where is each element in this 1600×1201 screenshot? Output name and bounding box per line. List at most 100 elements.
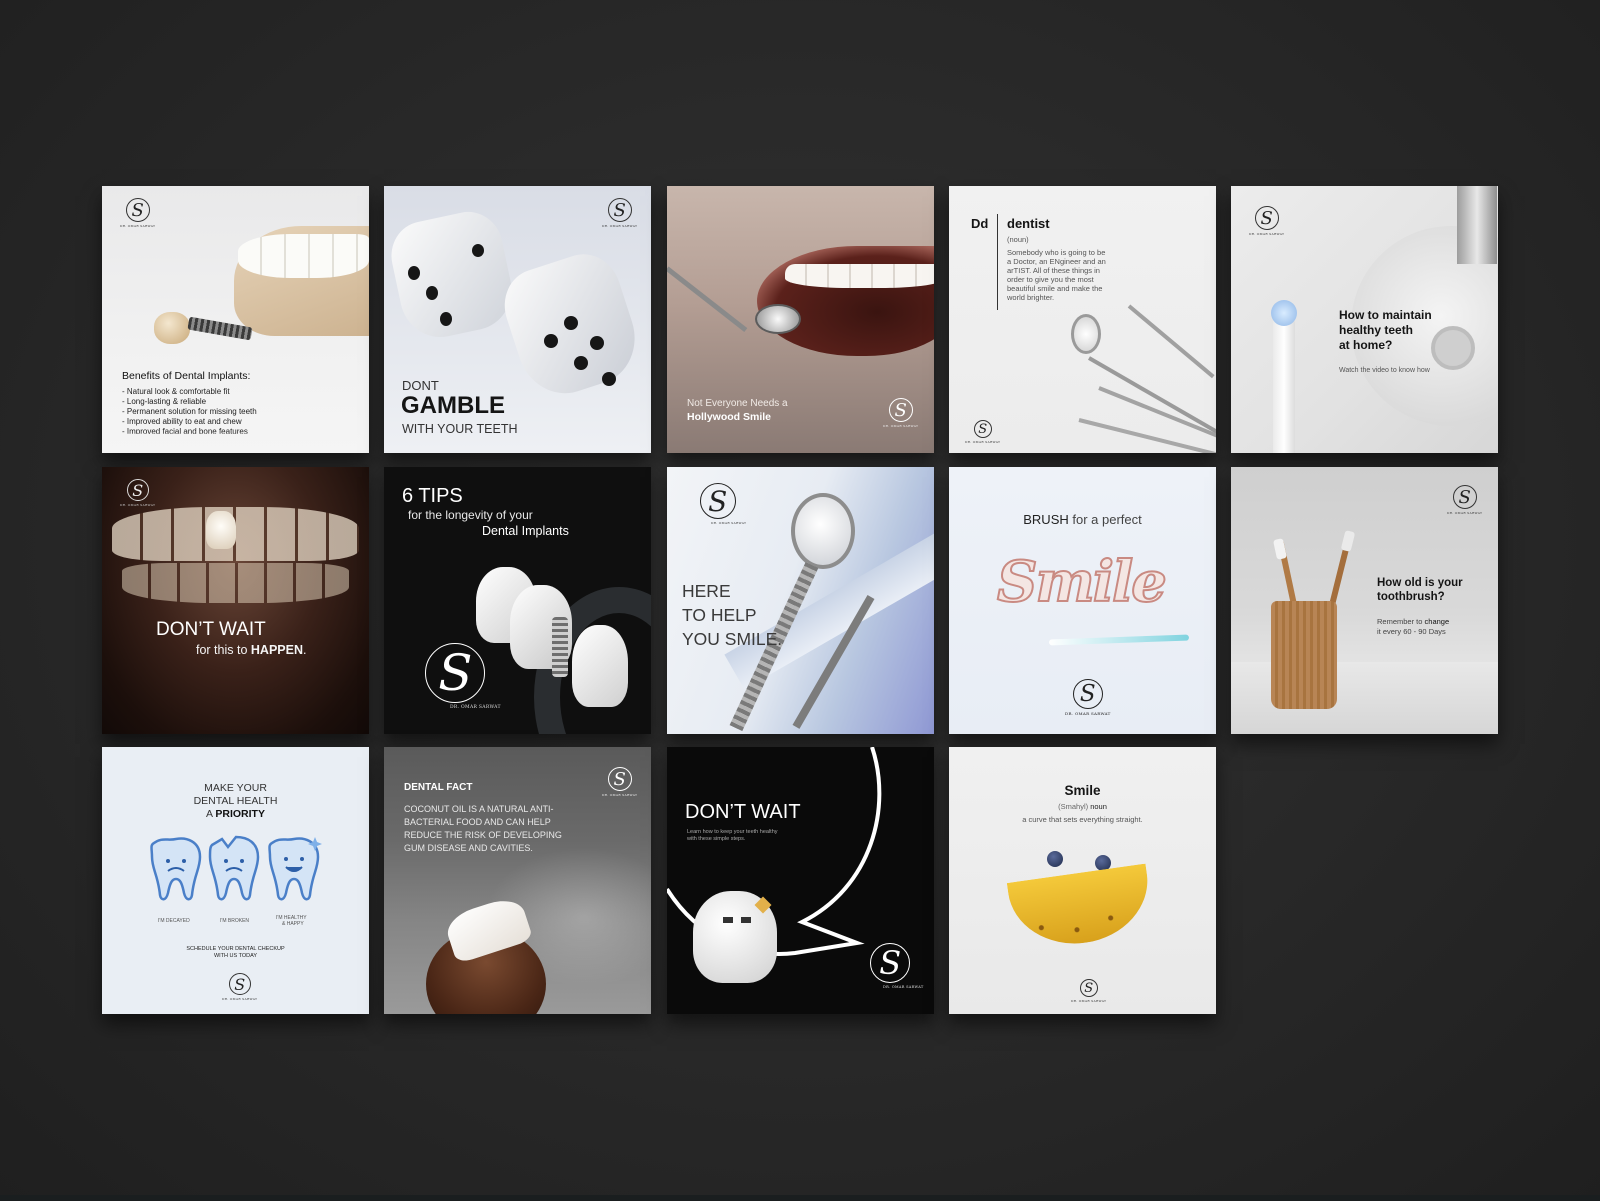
dice-dot: [426, 286, 438, 300]
dental-mirror: [1071, 314, 1101, 354]
sub1-strong: change: [1424, 617, 1450, 626]
benefit-4: - Improved ability to eat and chew: [122, 417, 242, 426]
definition-2: a Doctor, an ENgineer and an: [1007, 257, 1106, 266]
card-line-2: TO HELP: [682, 605, 757, 625]
card-line-1: HERE: [682, 581, 731, 601]
card-heading: BRUSH for a perfect: [949, 512, 1216, 527]
word-title: dentist: [1007, 216, 1050, 231]
brand-logo: S DR. OMAR SARWAT: [602, 767, 638, 797]
dice-dot: [590, 336, 604, 350]
benefit-1: - Natural look & comfortable fit: [122, 387, 230, 396]
line3-strong: PRIORITY: [215, 808, 265, 820]
post-card-healthy-teeth-home[interactable]: S DR. OMAR SARWAT How to maintain health…: [1231, 186, 1498, 453]
card-sub: Watch the video to know how: [1339, 367, 1430, 374]
post-card-dental-priority[interactable]: MAKE YOUR DENTAL HEALTH A PRIORITY I'M D…: [102, 747, 369, 1014]
part-of-speech: (noun): [1007, 235, 1029, 244]
post-card-smile-definition[interactable]: Smile (Smahyl) noun a curve that sets ev…: [949, 747, 1216, 1014]
banana-smile: [1006, 863, 1156, 953]
dice-dot: [602, 372, 616, 386]
line2-end: .: [302, 643, 307, 657]
tooth-model: [572, 625, 628, 707]
card-line-3: WITH YOUR TEETH: [402, 422, 518, 436]
card-sub-1: Remember to change: [1377, 617, 1449, 626]
post-card-dental-implants[interactable]: S DR. OMAR SARWAT Benefits of Dental Imp…: [102, 186, 369, 453]
tooth-eyes: [723, 917, 753, 923]
post-card-dont-gamble[interactable]: S DR. OMAR SARWAT DONT GAMBLE WITH YOUR …: [384, 186, 651, 453]
brand-logo: S DR. OMAR SARWAT: [222, 973, 258, 1001]
card-heading: Benefits of Dental Implants:: [122, 370, 251, 382]
card-line-3: Dental Implants: [482, 524, 569, 538]
divider-line: [997, 214, 998, 310]
card-line-1: Not Everyone Needs a: [687, 398, 788, 409]
brand-logo: S DR. OMAR SARWAT: [1071, 979, 1107, 1003]
post-card-dentist-definition[interactable]: Dd dentist (noun) Somebody who is going …: [949, 186, 1216, 453]
tooth-icons: [150, 835, 322, 901]
card-sub-2: with these simple steps.: [687, 836, 746, 842]
electric-toothbrush: [1273, 314, 1295, 453]
wooden-cup: [1271, 601, 1337, 709]
bristles: [1340, 530, 1356, 552]
blueberry-eye: [1047, 851, 1063, 867]
pron-prefix: (Smahyl): [1058, 802, 1091, 811]
tooth-label-1: I'M DECAYED: [158, 918, 190, 924]
dice-dot: [472, 244, 484, 257]
post-card-toothbrush-age[interactable]: S DR. OMAR SARWAT How old is your toothb…: [1231, 467, 1498, 734]
heading-strong: BRUSH: [1023, 512, 1069, 527]
bottom-strip: [0, 1195, 1600, 1201]
definition: a curve that sets everything straight.: [1022, 815, 1143, 824]
dice-dot: [564, 316, 578, 330]
card-sub-1: Learn how to keep your teeth healthy: [687, 829, 778, 835]
post-card-6-tips[interactable]: 6 TIPS for the longevity of your Dental …: [384, 467, 651, 734]
post-card-dental-fact[interactable]: S DR. OMAR SARWAT DENTAL FACT COCONUT OI…: [384, 747, 651, 1014]
card-line-1: How to maintain: [1339, 308, 1432, 322]
card-line-1: DONT: [402, 378, 439, 393]
card-sub-2: it every 60 - 90 Days: [1377, 627, 1446, 636]
brand-logo: S DR. OMAR SARWAT: [689, 483, 746, 525]
brand-logo: S DR. OMAR SARWAT: [1447, 485, 1483, 515]
bristles: [1273, 538, 1287, 560]
card-line-2: DENTAL HEALTH: [193, 795, 278, 807]
post-card-here-to-help[interactable]: S DR. OMAR SARWAT HERE TO HELP YOU SMILE…: [667, 467, 934, 734]
sub1-prefix: Remember to: [1377, 617, 1425, 626]
post-card-dont-wait-steps[interactable]: DON’T WAIT Learn how to keep your teeth …: [667, 747, 934, 1014]
abbr-label: Dd: [971, 216, 989, 231]
brand-logo: S DR. OMAR SARWAT: [602, 198, 638, 228]
definition-3: arTIST. All of these things in: [1007, 266, 1100, 275]
dice-dot: [440, 312, 452, 326]
brand-logo: S DR. OMAR SARWAT: [410, 643, 501, 710]
card-line-1: How old is your: [1377, 577, 1463, 589]
post-card-dont-wait-happen[interactable]: S DR. OMAR SARWAT DON’T WAIT for this to…: [102, 467, 369, 734]
benefit-5: - Improved facial and bone features: [122, 427, 248, 436]
pronunciation: (Smahyl) noun: [949, 802, 1216, 811]
card-line-2: Hollywood Smile: [687, 411, 772, 423]
dental-mirror: [791, 493, 855, 569]
post-card-brush-smile[interactable]: BRUSH for a perfect Smile S DR. OMAR SAR…: [949, 467, 1216, 734]
tooth-label-3b: & HAPPY: [282, 921, 304, 927]
definition-6: world brighter.: [1007, 293, 1055, 302]
cta-line-1: SCHEDULE YOUR DENTAL CHECKUP: [186, 946, 285, 952]
card-line-3: YOU SMILE.: [682, 629, 783, 649]
mirror-handle: [667, 266, 748, 333]
fact-line-2: BACTERIAL FOOD AND CAN HELP: [404, 817, 551, 827]
card-heading: DENTAL FACT: [404, 782, 473, 793]
benefit-2: - Long-lasting & reliable: [122, 397, 207, 406]
heading-rest: for a perfect: [1068, 512, 1142, 527]
brand-logo: S DR. OMAR SARWAT: [965, 420, 1001, 444]
line3-prefix: A: [206, 808, 216, 820]
line2-prefix: for this to: [196, 643, 251, 657]
card-line-3: at home?: [1339, 338, 1393, 352]
definition-1: Somebody who is going to be: [1007, 248, 1106, 257]
teeth-row: [238, 234, 369, 278]
brush-head: [1271, 300, 1297, 326]
lower-teeth: [122, 563, 349, 603]
card-line-1: DON’T WAIT: [156, 619, 266, 640]
brand-logo: S DR. OMAR SARWAT: [857, 943, 923, 989]
card-line-2: toothbrush?: [1377, 591, 1445, 603]
dice-dot: [544, 334, 558, 348]
upper-teeth: [785, 264, 934, 288]
definition-5: beautiful smile and make the: [1007, 284, 1103, 293]
post-card-hollywood-smile[interactable]: Not Everyone Needs a Hollywood Smile S D…: [667, 186, 934, 453]
faucet: [1457, 186, 1497, 264]
card-line-2: for the longevity of your: [408, 508, 533, 522]
cta-line-2: WITH US TODAY: [213, 953, 258, 959]
